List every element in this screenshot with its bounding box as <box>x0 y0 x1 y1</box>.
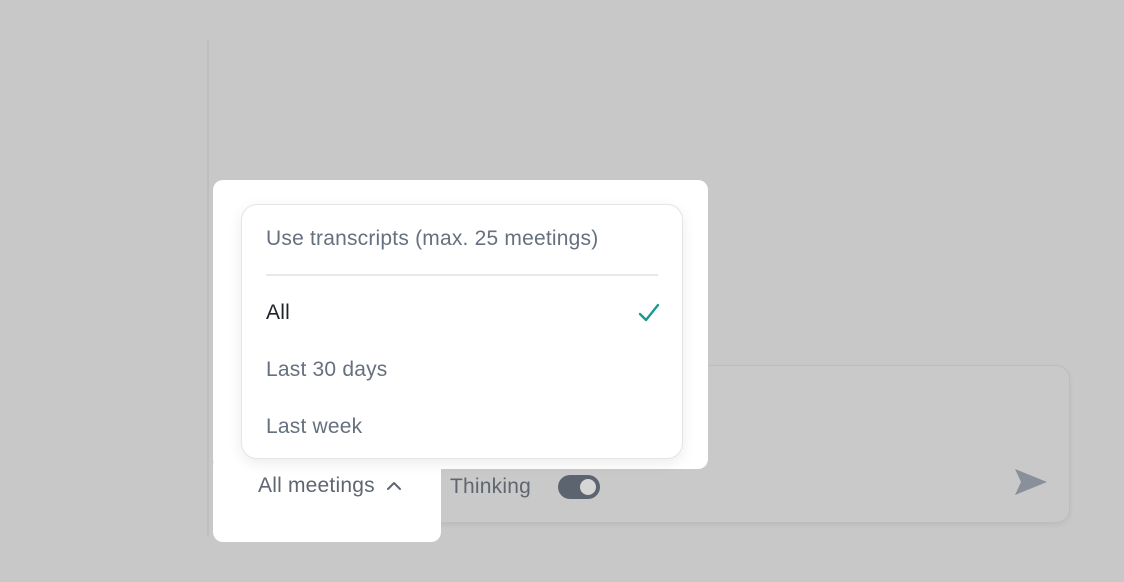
meetings-filter-button[interactable]: All meetings <box>258 474 403 498</box>
toggle-knob <box>580 479 596 495</box>
menu-item-last-30-days[interactable]: Last 30 days <box>242 350 682 390</box>
check-icon <box>638 303 660 322</box>
menu-item-all[interactable]: All <box>242 293 682 333</box>
menu-header: Use transcripts (max. 25 meetings) <box>266 227 599 250</box>
menu-item-label: Last 30 days <box>266 358 388 381</box>
meetings-filter-label: All meetings <box>258 474 375 497</box>
menu-item-last-week[interactable]: Last week <box>242 407 682 447</box>
chevron-up-icon <box>386 482 401 490</box>
thinking-label: Thinking <box>450 475 531 498</box>
menu-item-label: All <box>266 301 290 324</box>
thinking-toggle[interactable] <box>558 475 600 499</box>
send-icon[interactable] <box>1012 465 1050 499</box>
menu-item-label: Last week <box>266 415 363 438</box>
meetings-dropdown-menu: Use transcripts (max. 25 meetings) All L… <box>241 204 683 459</box>
trigger-highlight <box>213 455 441 542</box>
menu-divider <box>266 274 658 276</box>
sidebar-divider <box>207 40 209 536</box>
app-stage: Thinking All meetings Use transcripts (m… <box>0 0 1124 582</box>
